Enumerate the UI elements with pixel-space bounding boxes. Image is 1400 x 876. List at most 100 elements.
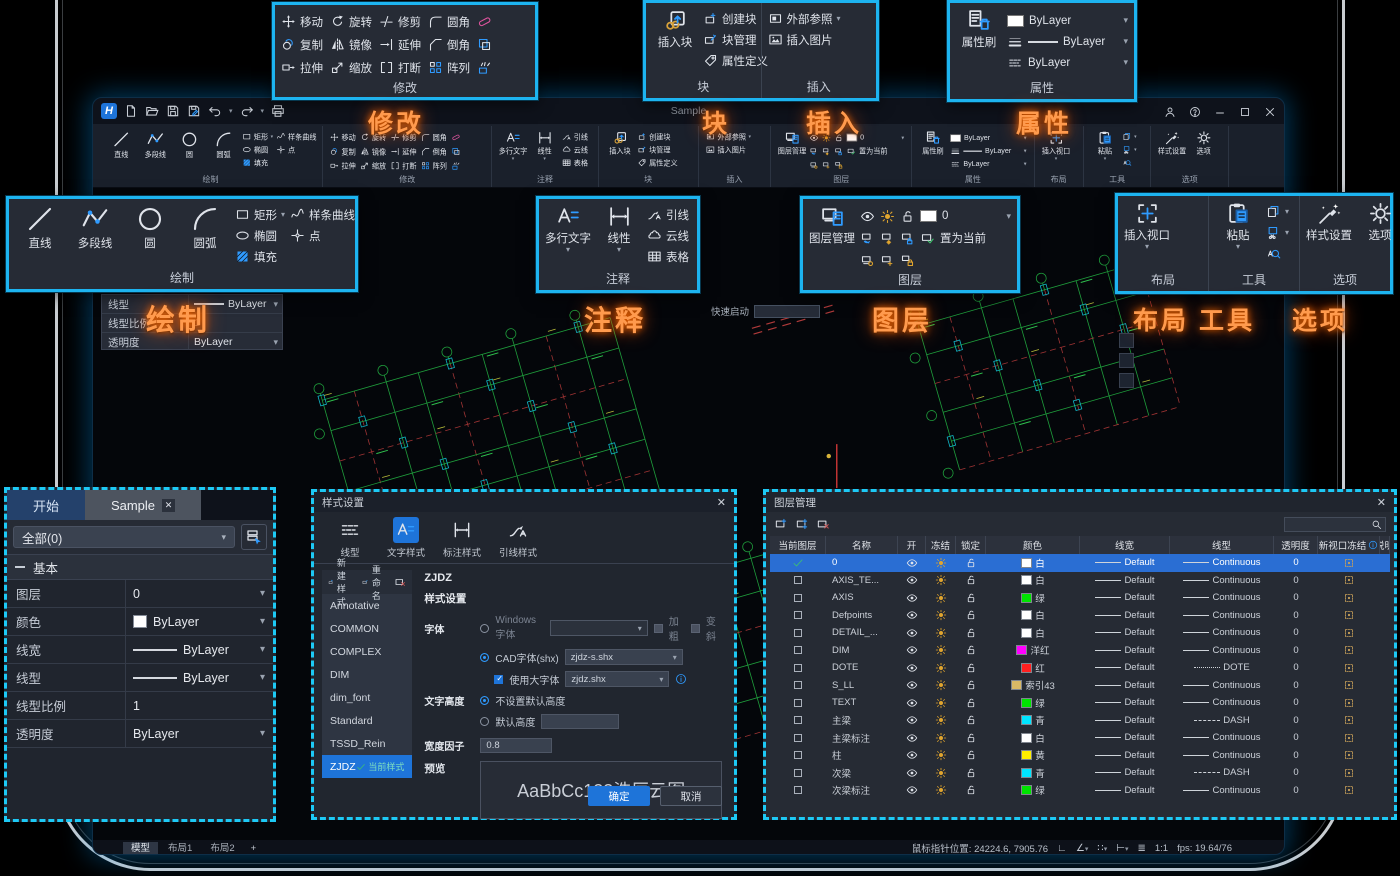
eye-icon[interactable]: [906, 644, 918, 656]
unlock-icon[interactable]: [965, 627, 977, 639]
tool-viewport[interactable]: 插入视口▾: [1124, 201, 1170, 250]
unlock-icon[interactable]: [965, 679, 977, 691]
tool-paste[interactable]: 粘贴▾: [1090, 130, 1119, 160]
tool-scale[interactable]: 缩放: [360, 159, 386, 173]
tool-array[interactable]: 阵列: [421, 159, 447, 173]
default-height-input[interactable]: [541, 714, 619, 729]
vpf-icon[interactable]: [1343, 627, 1355, 639]
tool-arc[interactable]: 圆弧: [208, 130, 239, 159]
width-factor-input[interactable]: 0.8: [480, 738, 552, 753]
unlock-icon[interactable]: [900, 209, 915, 224]
unlock-icon[interactable]: [965, 767, 977, 779]
tool-stretch[interactable]: 拉伸: [330, 159, 356, 173]
color-swatch[interactable]: [1021, 768, 1032, 778]
quick-select-button[interactable]: [241, 524, 267, 550]
tool-move[interactable]: 移动: [330, 130, 356, 144]
unlock-icon[interactable]: [965, 592, 977, 604]
save-file-button[interactable]: [166, 104, 180, 118]
quick-start-input[interactable]: [754, 305, 820, 318]
color-swatch[interactable]: [1021, 575, 1032, 585]
property-dropdown[interactable]: ByLayer▾: [1007, 31, 1128, 52]
vpf-icon[interactable]: [1343, 767, 1355, 779]
column-说明[interactable]: 说明: [1380, 536, 1390, 554]
save-as-button[interactable]: [187, 104, 201, 118]
current-checkbox[interactable]: [794, 611, 802, 619]
layer-row-次梁标注[interactable]: 次梁标注绿DefaultContinuous0: [770, 782, 1390, 800]
current-checkbox[interactable]: [794, 751, 802, 759]
dialog-title-bar[interactable]: 图层管理 ✕: [766, 492, 1394, 512]
tool-copy-clip[interactable]: ▾: [1122, 130, 1136, 143]
layer-search-input[interactable]: [1284, 517, 1386, 532]
tool-dim-linear[interactable]: 线性▾: [596, 204, 642, 253]
tool-gear[interactable]: 选项: [1190, 130, 1219, 156]
layer-current-icon[interactable]: [847, 147, 856, 156]
color-swatch[interactable]: [1016, 645, 1027, 655]
sun-icon[interactable]: [935, 767, 947, 779]
windows-font-dropdown[interactable]: ▾: [550, 620, 647, 636]
tool-copy[interactable]: 复制: [330, 144, 356, 158]
style-item-COMMON[interactable]: COMMON: [322, 617, 412, 640]
property-row-线宽[interactable]: 线宽ByLayer▾: [7, 636, 273, 664]
del-layer-icon[interactable]: [816, 517, 830, 531]
tool-point[interactable]: 点: [276, 143, 316, 156]
current-checkbox[interactable]: [794, 786, 802, 794]
new-file-button[interactable]: [124, 104, 138, 118]
property-dropdown[interactable]: ByLayer▾: [1007, 10, 1128, 31]
eye-icon[interactable]: [906, 784, 918, 796]
tool-mtext[interactable]: 多行文字▾: [499, 130, 528, 160]
tab-Sample[interactable]: Sample✕: [85, 490, 201, 520]
vpf-icon[interactable]: [1343, 714, 1355, 726]
vpf-icon[interactable]: [1343, 574, 1355, 586]
layer-row-DETAIL_...[interactable]: DETAIL_...白DefaultContinuous0: [770, 624, 1390, 642]
layer-lockfade-icon[interactable]: [834, 160, 843, 169]
sun-icon[interactable]: [935, 609, 947, 621]
cancel-button[interactable]: 取消: [660, 786, 722, 806]
column-线宽[interactable]: 线宽: [1080, 536, 1170, 554]
tool-style-settings[interactable]: 样式设置: [1306, 201, 1352, 243]
tool-offset[interactable]: [477, 33, 492, 56]
vpf-icon[interactable]: [1343, 679, 1355, 691]
sun-icon[interactable]: [935, 662, 947, 674]
eye-icon[interactable]: [906, 662, 918, 674]
new-layer-vp-icon[interactable]: [795, 517, 809, 531]
sun-icon[interactable]: [935, 574, 947, 586]
eye-icon[interactable]: [906, 679, 918, 691]
column-冻结[interactable]: 冻结: [926, 536, 956, 554]
tool-revcloud[interactable]: 云线: [647, 225, 689, 246]
property-row-线型[interactable]: 线型ByLayer▾: [7, 664, 273, 692]
column-线型[interactable]: 线型: [1170, 536, 1274, 554]
eye-icon[interactable]: [860, 209, 875, 224]
tool-break[interactable]: 打断: [379, 56, 421, 79]
color-swatch[interactable]: [1021, 750, 1032, 760]
tool-cut-clip[interactable]: ▾: [1266, 222, 1289, 243]
eye-icon[interactable]: [906, 749, 918, 761]
italic-checkbox[interactable]: [691, 624, 700, 633]
tool-chamfer[interactable]: 倒角: [421, 144, 447, 158]
style-item-Standard[interactable]: Standard: [322, 709, 412, 732]
tool-gear[interactable]: 选项: [1357, 201, 1400, 243]
sun-icon[interactable]: [935, 557, 947, 569]
ok-button[interactable]: 确定: [588, 786, 650, 806]
unlock-icon[interactable]: [965, 697, 977, 709]
tool-arc[interactable]: 圆弧: [180, 204, 230, 251]
property-dropdown[interactable]: ByLayer▾: [1007, 52, 1128, 73]
tool-explode[interactable]: [451, 159, 460, 173]
layer-row-主梁标注[interactable]: 主梁标注白DefaultContinuous0: [770, 729, 1390, 747]
tool-match-props[interactable]: 属性刷: [919, 130, 948, 156]
tool-move[interactable]: 移动: [281, 10, 323, 33]
scale-indicator[interactable]: 1:1: [1155, 843, 1168, 854]
sun-icon[interactable]: [935, 697, 947, 709]
tool-hatch[interactable]: 填充: [242, 156, 273, 169]
tool-circle[interactable]: 圆: [125, 204, 175, 251]
tool-xref[interactable]: 外部参照▾: [768, 8, 841, 29]
tool-array[interactable]: 阵列: [428, 56, 470, 79]
sun-icon[interactable]: [935, 679, 947, 691]
side-tool-button[interactable]: [1119, 373, 1134, 388]
style-item-Annotative[interactable]: Annotative: [322, 594, 412, 617]
tool-block-manage[interactable]: 块管理: [637, 143, 677, 156]
layer-freeze-icon[interactable]: [880, 231, 895, 246]
close-icon[interactable]: ✕: [1377, 496, 1386, 509]
tool-hatch[interactable]: 填充: [235, 246, 285, 267]
vpf-icon[interactable]: [1343, 609, 1355, 621]
layer-row-AXIS_TE...[interactable]: AXIS_TE...白DefaultContinuous0: [770, 572, 1390, 590]
